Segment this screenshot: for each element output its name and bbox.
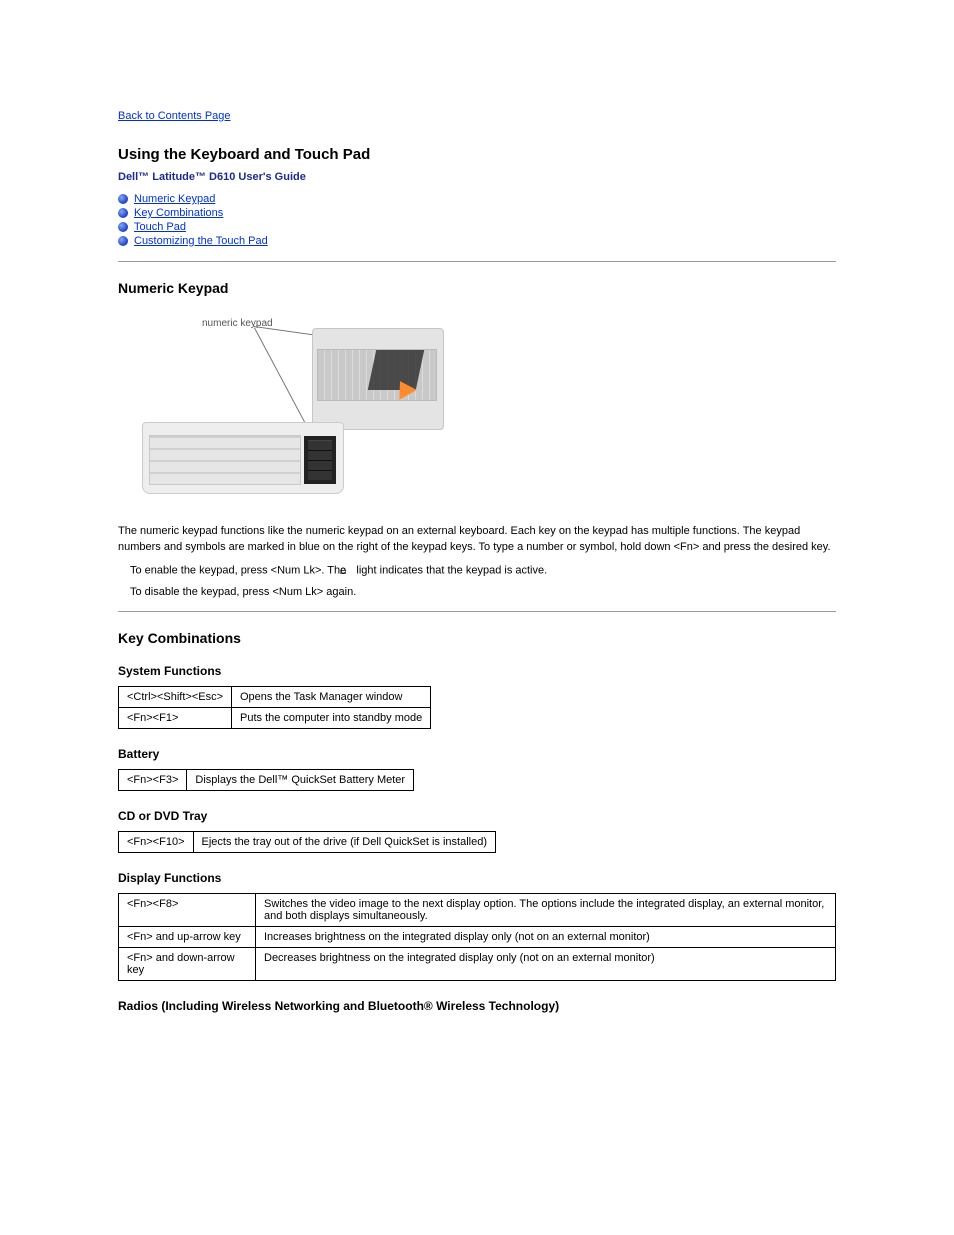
list-text: light indicates that the keypad is activ…	[353, 564, 547, 576]
key-cell: <Fn> and down-arrow key	[119, 948, 256, 981]
list-text: To enable the keypad, press <Num Lk>. Th…	[130, 564, 349, 576]
toc-link-touch-pad[interactable]: Touch Pad	[134, 221, 186, 233]
bullet-icon	[118, 222, 128, 232]
display-functions-table: <Fn><F8> Switches the video image to the…	[118, 893, 836, 981]
toc-item: Touch Pad	[118, 221, 836, 233]
divider	[118, 261, 836, 262]
system-functions-table: <Ctrl><Shift><Esc> Opens the Task Manage…	[118, 686, 431, 729]
toc-link-key-combinations[interactable]: Key Combinations	[134, 207, 223, 219]
numeric-keypad-figure: numeric keypad	[142, 310, 442, 510]
key-cell: <Fn><F1>	[119, 708, 232, 729]
subsection-cd-dvd-tray-heading: CD or DVD Tray	[118, 809, 836, 823]
key-cell: <Fn><F8>	[119, 894, 256, 927]
subsection-battery-heading: Battery	[118, 747, 836, 761]
back-to-contents-link[interactable]: Back to Contents Page	[118, 110, 231, 122]
section-key-combinations-heading: Key Combinations	[118, 630, 836, 646]
toc-link-numeric-keypad[interactable]: Numeric Keypad	[134, 193, 215, 205]
subsection-display-functions-heading: Display Functions	[118, 871, 836, 885]
subsection-radios-heading: Radios (Including Wireless Networking an…	[118, 999, 836, 1013]
table-row: <Fn> and up-arrow key Increases brightne…	[119, 927, 836, 948]
bullet-icon	[118, 208, 128, 218]
desc-cell: Ejects the tray out of the drive (if Del…	[193, 832, 496, 853]
external-keyboard-keys	[150, 436, 300, 484]
table-row: <Ctrl><Shift><Esc> Opens the Task Manage…	[119, 687, 431, 708]
table-of-contents: Numeric Keypad Key Combinations Touch Pa…	[118, 193, 836, 247]
key-cell: <Fn><F10>	[119, 832, 194, 853]
desc-cell: Opens the Task Manager window	[232, 687, 431, 708]
table-row: <Fn><F8> Switches the video image to the…	[119, 894, 836, 927]
bullet-icon	[118, 236, 128, 246]
table-row: <Fn><F1> Puts the computer into standby …	[119, 708, 431, 729]
divider	[118, 611, 836, 612]
document-page: Back to Contents Page Using the Keyboard…	[0, 0, 954, 1081]
page-title: Using the Keyboard and Touch Pad	[118, 146, 836, 163]
desc-cell: Decreases brightness on the integrated d…	[256, 948, 836, 981]
toc-link-customizing-touch-pad[interactable]: Customizing the Touch Pad	[134, 235, 268, 247]
key-cell: <Ctrl><Shift><Esc>	[119, 687, 232, 708]
toc-item: Customizing the Touch Pad	[118, 235, 836, 247]
external-keypad-highlight	[304, 436, 336, 484]
battery-table: <Fn><F3> Displays the Dell™ QuickSet Bat…	[118, 769, 414, 791]
table-row: <Fn><F3> Displays the Dell™ QuickSet Bat…	[119, 770, 414, 791]
section-numeric-keypad-heading: Numeric Keypad	[118, 280, 836, 296]
tray-table: <Fn><F10> Ejects the tray out of the dri…	[118, 831, 496, 853]
list-item: To enable the keypad, press <Num Lk>. Th…	[142, 562, 836, 580]
list-item: To disable the keypad, press <Num Lk> ag…	[142, 585, 836, 601]
table-row: <Fn> and down-arrow key Decreases bright…	[119, 948, 836, 981]
key-cell: <Fn><F3>	[119, 770, 187, 791]
desc-cell: Displays the Dell™ QuickSet Battery Mete…	[187, 770, 414, 791]
subsection-system-functions-heading: System Functions	[118, 664, 836, 678]
desc-cell: Puts the computer into standby mode	[232, 708, 431, 729]
product-guide-line: Dell™ Latitude™ D610 User's Guide	[118, 171, 836, 183]
table-row: <Fn><F10> Ejects the tray out of the dri…	[119, 832, 496, 853]
toc-item: Numeric Keypad	[118, 193, 836, 205]
bullet-icon	[118, 194, 128, 204]
paragraph: The numeric keypad functions like the nu…	[118, 524, 836, 556]
desc-cell: Increases brightness on the integrated d…	[256, 927, 836, 948]
toc-item: Key Combinations	[118, 207, 836, 219]
key-cell: <Fn> and up-arrow key	[119, 927, 256, 948]
desc-cell: Switches the video image to the next dis…	[256, 894, 836, 927]
